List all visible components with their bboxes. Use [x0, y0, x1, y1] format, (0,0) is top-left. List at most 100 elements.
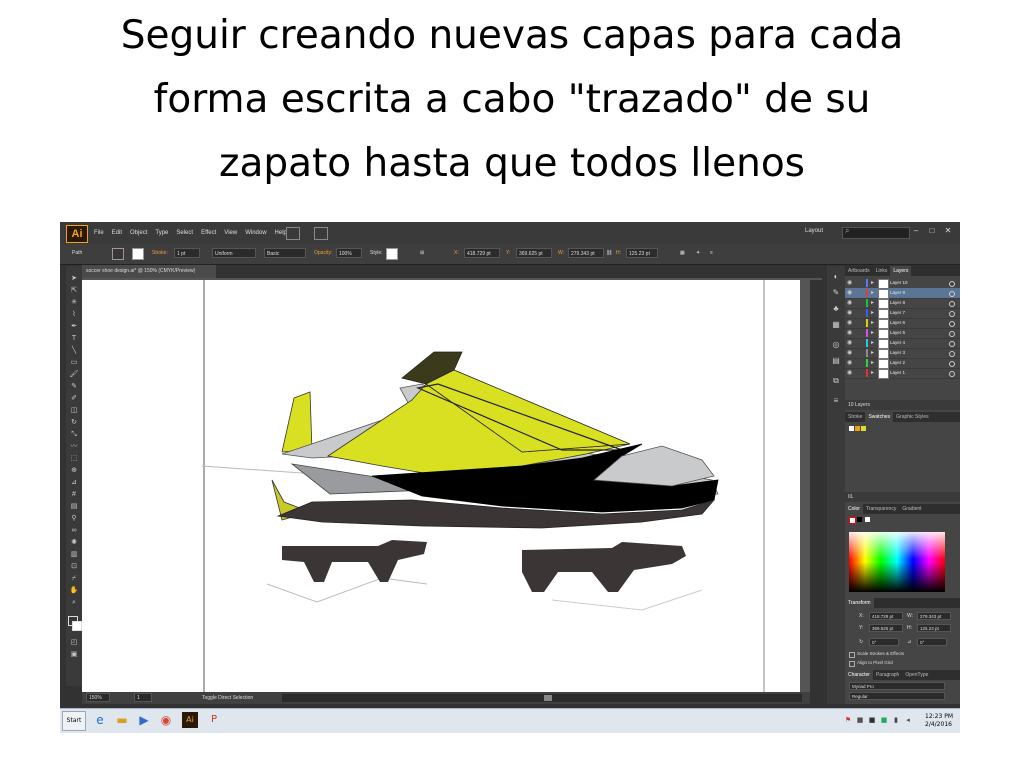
artboard-tool-icon[interactable]: ⊡	[69, 562, 79, 571]
scale-tool-icon[interactable]: ⤡	[69, 430, 79, 439]
menu-file[interactable]: File	[90, 222, 108, 244]
expand-icon[interactable]: ▸	[871, 278, 874, 288]
visibility-icon[interactable]: ◉	[847, 369, 852, 376]
slice-tool-icon[interactable]: ⌿	[69, 574, 79, 583]
stroke-panel-icon[interactable]: ≡	[831, 396, 841, 406]
stroke-label[interactable]: Stroke:	[152, 248, 168, 259]
selection-tool-icon[interactable]: ➤	[69, 274, 79, 283]
visibility-icon[interactable]: ◉	[847, 339, 852, 346]
pen-tool-icon[interactable]: ✒	[69, 322, 79, 331]
bridge-icon[interactable]	[286, 227, 300, 240]
target-icon[interactable]	[949, 361, 955, 367]
swatch-library-button[interactable]: IIL	[848, 494, 854, 500]
expand-icon[interactable]: ▸	[871, 318, 874, 328]
transform-y-field[interactable]: 369.625 pt	[869, 624, 903, 632]
start-button[interactable]: Start	[62, 711, 86, 731]
fill-swatch[interactable]	[112, 248, 124, 260]
opacity-label[interactable]: Opacity:	[314, 248, 332, 259]
swatch[interactable]	[849, 426, 854, 431]
shape-builder-tool-icon[interactable]: ⊕	[69, 466, 79, 475]
expand-icon[interactable]: ▸	[871, 368, 874, 378]
tray-app-icon[interactable]: ■	[868, 716, 876, 724]
tab-opentype[interactable]: OpenType	[902, 670, 931, 680]
h-field[interactable]: 125.23 pt	[626, 248, 658, 258]
graphic-styles-icon[interactable]: ▦	[831, 320, 841, 330]
minimize-icon[interactable]: –	[910, 225, 922, 237]
swatch[interactable]	[861, 426, 866, 431]
drawing-mode-icon[interactable]: ◰	[69, 638, 79, 647]
color-spectrum[interactable]	[849, 532, 945, 592]
tab-layers[interactable]: Layers	[890, 266, 912, 276]
x-field[interactable]: 418.729 pt	[464, 248, 500, 258]
panel-menu-icon[interactable]: ≡	[710, 248, 713, 259]
network-icon[interactable]: ▮	[892, 716, 900, 724]
tab-character[interactable]: Character	[845, 670, 873, 680]
tab-gradient[interactable]: Gradient	[899, 504, 924, 514]
visibility-icon[interactable]: ◉	[847, 329, 852, 336]
visibility-icon[interactable]: ◉	[847, 279, 852, 286]
eraser-tool-icon[interactable]: ◫	[69, 406, 79, 415]
stroke-swatch[interactable]	[132, 248, 144, 260]
tab-color[interactable]: Color	[845, 504, 863, 514]
menu-effect[interactable]: Effect	[197, 222, 220, 244]
gradient-tool-icon[interactable]: ▤	[69, 502, 79, 511]
tab-transparency[interactable]: Transparency	[863, 504, 899, 514]
blend-tool-icon[interactable]: ∞	[69, 526, 79, 535]
tab-paragraph[interactable]: Paragraph	[873, 670, 902, 680]
isolate-icon[interactable]: ✦	[696, 248, 700, 259]
paintbrush-tool-icon[interactable]: 🖌	[69, 370, 79, 379]
y-field[interactable]: 369.625 pt	[516, 248, 552, 258]
w-field[interactable]: 279.343 pt	[568, 248, 604, 258]
brush-definition[interactable]: Basic	[264, 248, 306, 258]
white-swatch[interactable]	[865, 517, 870, 522]
visibility-icon[interactable]: ◉	[847, 319, 852, 326]
target-icon[interactable]	[949, 321, 955, 327]
shear-angle-field[interactable]: 0°	[917, 638, 947, 646]
target-icon[interactable]	[949, 291, 955, 297]
menu-edit[interactable]: Edit	[108, 222, 126, 244]
target-icon[interactable]	[949, 351, 955, 357]
target-icon[interactable]	[949, 311, 955, 317]
canvas-area[interactable]	[82, 280, 800, 692]
opacity-field[interactable]: 100%	[336, 248, 362, 258]
lasso-tool-icon[interactable]: ⌇	[69, 310, 79, 319]
powerpoint-icon[interactable]: P	[206, 712, 222, 728]
scroll-thumb[interactable]	[544, 695, 552, 701]
zoom-tool-icon[interactable]: ⌕	[69, 598, 79, 607]
artboard-navigator[interactable]: 1	[134, 693, 152, 702]
direct-selection-tool-icon[interactable]: ⇱	[69, 286, 79, 295]
file-explorer-icon[interactable]: ▬	[114, 712, 130, 728]
visibility-icon[interactable]: ◉	[847, 289, 852, 296]
graphic-style-swatch[interactable]	[386, 248, 398, 260]
maximize-icon[interactable]: □	[926, 225, 938, 237]
visibility-icon[interactable]: ◉	[847, 309, 852, 316]
swatch[interactable]	[855, 426, 860, 431]
brushes-icon[interactable]: ✎	[831, 288, 841, 298]
black-swatch[interactable]	[857, 517, 862, 522]
illustrator-taskbar-icon[interactable]: Ai	[182, 712, 198, 728]
screen-mode-icon[interactable]: ▣	[69, 650, 79, 659]
visibility-icon[interactable]: ◉	[847, 299, 852, 306]
layer-row[interactable]: ◉ ▸ Layer 1	[845, 368, 960, 379]
horizontal-scrollbar[interactable]	[282, 694, 802, 702]
target-icon[interactable]	[949, 371, 955, 377]
pencil-tool-icon[interactable]: ✎	[69, 382, 79, 391]
hand-tool-icon[interactable]: ✋	[69, 586, 79, 595]
tab-swatches[interactable]: Swatches	[865, 412, 894, 422]
variable-width-profile[interactable]: Uniform	[212, 248, 256, 258]
menu-object[interactable]: Object	[126, 222, 151, 244]
symbols-icon[interactable]: ♣	[831, 304, 841, 314]
align-panel-icon[interactable]: ▤	[831, 356, 841, 366]
free-transform-tool-icon[interactable]: ⬚	[69, 454, 79, 463]
color-guide-icon[interactable]: ◐	[831, 272, 841, 282]
target-icon[interactable]	[949, 331, 955, 337]
line-tool-icon[interactable]: ╲	[69, 346, 79, 355]
media-player-icon[interactable]: ▶	[136, 712, 152, 728]
expand-icon[interactable]: ▸	[871, 348, 874, 358]
warp-tool-icon[interactable]: 〰	[69, 442, 79, 451]
close-icon[interactable]: ✕	[942, 225, 954, 237]
target-icon[interactable]	[949, 281, 955, 287]
zoom-field[interactable]: 150%	[86, 693, 110, 702]
rotate-angle-field[interactable]: 0°	[869, 638, 899, 646]
transform-x-field[interactable]: 418.729 pt	[869, 612, 903, 620]
